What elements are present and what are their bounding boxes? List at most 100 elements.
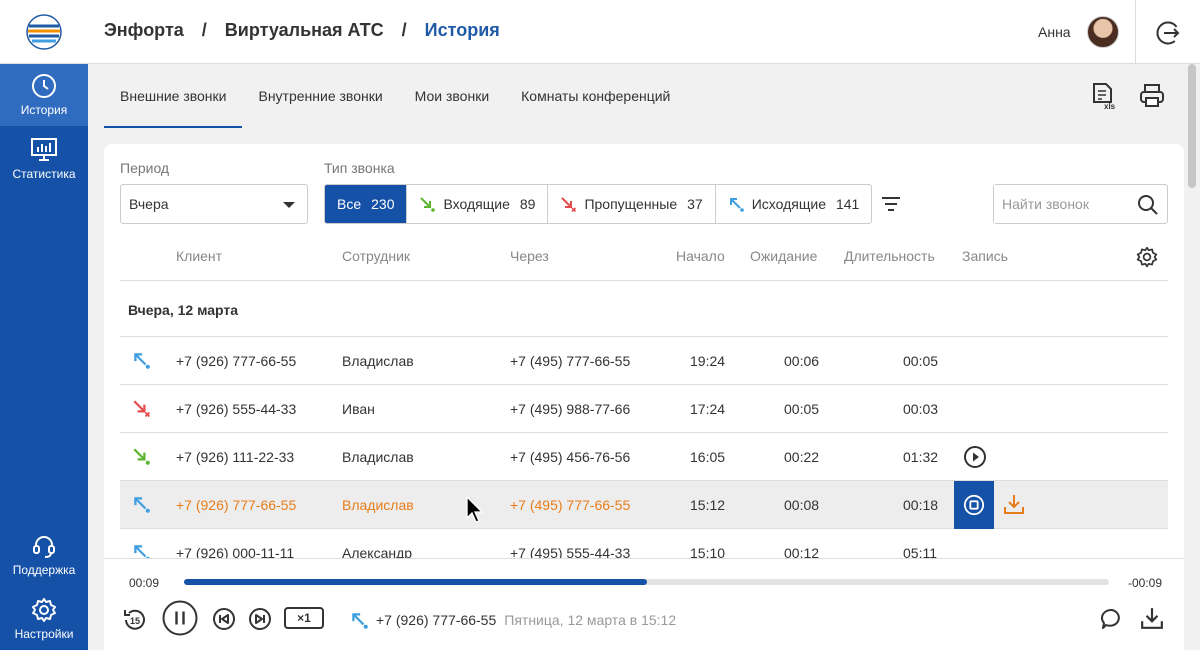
svg-text:15: 15 (130, 616, 140, 626)
cell-start: 15:10 (690, 545, 726, 558)
rewind-15-icon[interactable]: 15 (122, 607, 148, 633)
filter-all-button[interactable]: Все 230 (325, 185, 408, 223)
avatar[interactable] (1087, 16, 1119, 48)
period-select[interactable]: Вчера (120, 184, 308, 224)
filter-count: 141 (835, 196, 860, 212)
cell-start: 15:12 (690, 497, 726, 513)
tab-external-calls[interactable]: Внешние звонки (104, 64, 243, 128)
incoming-call-icon (133, 448, 150, 465)
cell-wait: 00:08 (784, 497, 820, 513)
export-xls-icon[interactable]: xls (1090, 82, 1118, 110)
player-progress-fill (184, 579, 647, 585)
outgoing-call-icon (134, 497, 150, 513)
outgoing-call-icon (134, 353, 150, 369)
player-datetime: Пятница, 12 марта в 15:12 (504, 612, 677, 628)
print-icon[interactable] (1138, 82, 1166, 110)
cell-duration: 00:05 (903, 353, 939, 369)
breadcrumb-item-pbx[interactable]: Виртуальная АТС (225, 20, 384, 41)
audio-player: 00:09 -00:09 15 ×1 +7 (926) 777-66-55 Пя… (104, 558, 1184, 650)
table-row-selected[interactable]: +7 (926) 777-66-55 Владислав +7 (495) 77… (120, 481, 1168, 529)
logo[interactable] (0, 0, 88, 64)
table-row[interactable]: +7 (926) 000-11-11 Александр +7 (495) 55… (120, 529, 1168, 558)
sidebar-item-support[interactable]: Поддержка (0, 524, 88, 586)
cell-employee: Владислав (342, 449, 414, 465)
filter-count: 89 (519, 196, 536, 212)
play-recording-icon[interactable] (963, 445, 987, 469)
sidebar-item-label: Настройки (14, 627, 74, 641)
search-box (993, 184, 1168, 224)
filter-incoming-button[interactable]: Входящие 89 (407, 185, 549, 223)
column-via[interactable]: Через (510, 248, 549, 264)
missed-call-icon (133, 400, 150, 417)
column-wait[interactable]: Ожидание (750, 248, 817, 264)
column-employee[interactable]: Сотрудник (342, 248, 410, 264)
column-client[interactable]: Клиент (176, 248, 222, 264)
incoming-call-icon (420, 197, 436, 212)
call-type-label: Тип звонка (324, 160, 395, 176)
previous-track-icon[interactable] (212, 607, 236, 631)
top-bar: Энфорта / Виртуальная АТС / История Анна (0, 0, 1200, 64)
table-row[interactable]: +7 (926) 111-22-33 Владислав +7 (495) 45… (120, 433, 1168, 481)
cell-wait: 00:22 (784, 449, 820, 465)
column-duration[interactable]: Длительность (844, 248, 935, 264)
cell-duration: 05:11 (903, 545, 937, 558)
sidebar-item-label: Поддержка (12, 563, 76, 577)
cell-client[interactable]: +7 (926) 555-44-33 (176, 401, 296, 417)
table-row[interactable]: +7 (926) 555-44-33 Иван +7 (495) 988-77-… (120, 385, 1168, 433)
cell-duration: 00:03 (903, 401, 939, 417)
filter-outgoing-button[interactable]: Исходящие 141 (716, 185, 872, 223)
caret-down-icon (283, 202, 295, 208)
cell-via: +7 (495) 777-66-55 (510, 353, 631, 369)
sidebar-item-settings[interactable]: Настройки (0, 588, 88, 650)
next-track-icon[interactable] (248, 607, 272, 631)
sidebar: История Статистика Поддержка Настройки (0, 64, 88, 650)
filter-count: 37 (687, 196, 703, 212)
cell-start: 16:05 (690, 449, 726, 465)
tab-internal-calls[interactable]: Внутренние звонки (242, 64, 398, 128)
comment-icon[interactable] (1100, 607, 1124, 631)
headset-icon (33, 536, 55, 558)
stop-recording-button[interactable] (954, 481, 994, 529)
cell-client[interactable]: +7 (926) 777-66-55 (176, 353, 296, 369)
breadcrumb-item-company[interactable]: Энфорта (104, 20, 184, 41)
table-header: Клиент Сотрудник Через Начало Ожидание Д… (120, 234, 1168, 281)
download-icon[interactable] (1140, 606, 1164, 630)
calls-card: Период Вчера Тип звонка Все 230 Входящие… (104, 144, 1184, 558)
sidebar-item-statistics[interactable]: Статистика (0, 128, 88, 190)
breadcrumb: Энфорта / Виртуальная АТС / История (104, 20, 500, 41)
table-settings-gear-icon[interactable] (1136, 246, 1158, 268)
column-recording[interactable]: Запись (962, 248, 1008, 264)
cell-start: 17:24 (690, 401, 726, 417)
logout-icon[interactable] (1155, 20, 1181, 46)
sidebar-item-label: Статистика (12, 167, 76, 181)
page-scrollbar[interactable] (1188, 64, 1196, 188)
filter-label: Исходящие (751, 196, 826, 212)
cell-employee: Владислав (342, 497, 414, 513)
player-progress-track[interactable] (184, 579, 1109, 585)
column-start[interactable]: Начало (676, 248, 725, 264)
cell-client[interactable]: +7 (926) 111-22-33 (176, 449, 294, 465)
tab-conference-rooms[interactable]: Комнаты конференций (505, 64, 686, 128)
cell-duration: 01:32 (903, 449, 939, 465)
search-icon[interactable] (1137, 194, 1159, 216)
tab-my-calls[interactable]: Мои звонки (399, 64, 505, 128)
breadcrumb-separator: / (401, 20, 407, 40)
filter-lines-icon[interactable] (880, 194, 902, 214)
cell-client[interactable]: +7 (926) 000-11-11 (176, 545, 294, 558)
user-name[interactable]: Анна (1038, 24, 1071, 40)
pause-icon[interactable] (162, 600, 198, 636)
cell-employee: Иван (342, 401, 375, 417)
table-row[interactable]: +7 (926) 777-66-55 Владислав +7 (495) 77… (120, 337, 1168, 385)
sidebar-item-history[interactable]: История (0, 64, 88, 126)
divider (1135, 0, 1136, 64)
search-input[interactable] (994, 185, 1124, 223)
filter-missed-button[interactable]: Пропущенные 37 (548, 185, 716, 223)
playback-speed-button[interactable]: ×1 (284, 607, 324, 629)
cell-client[interactable]: +7 (926) 777-66-55 (176, 497, 296, 513)
breadcrumb-separator: / (201, 20, 207, 40)
download-recording-icon[interactable] (1003, 493, 1025, 515)
cell-via: +7 (495) 456-76-56 (510, 449, 631, 465)
cell-via: +7 (495) 555-44-33 (510, 545, 631, 558)
date-group-header: Вчера, 12 марта (120, 281, 1168, 337)
filter-label: Все (337, 196, 362, 212)
